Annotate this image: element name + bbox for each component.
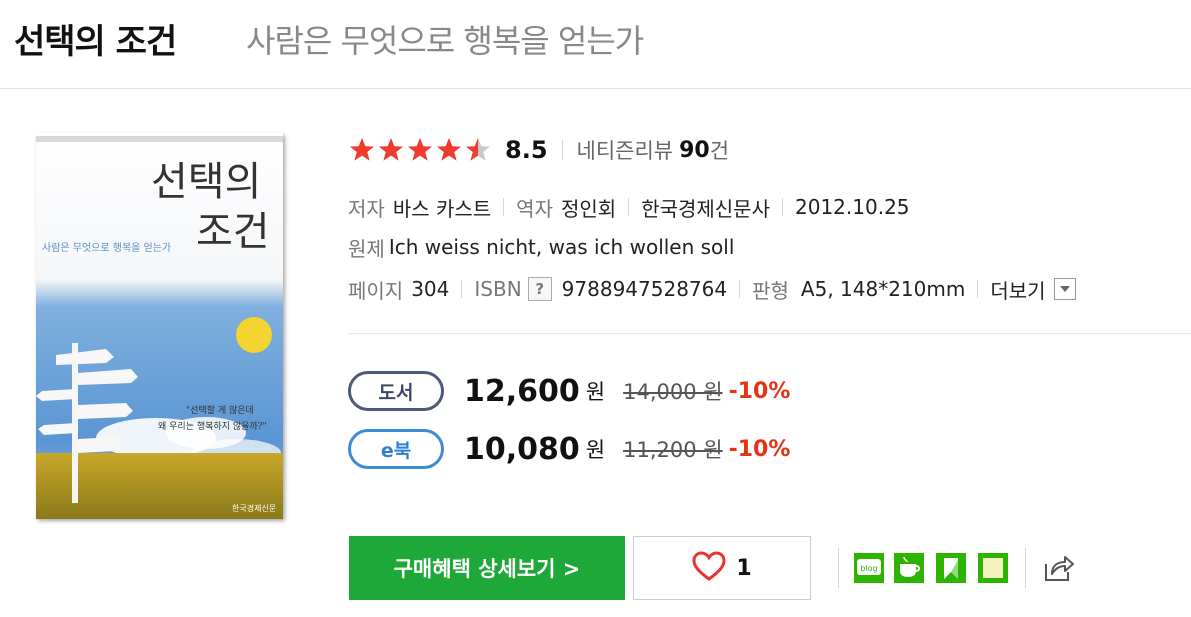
price-unit: 원: [585, 380, 606, 404]
ebook-price-row: e북 10,080 원 11,200 원 -10%: [348, 426, 790, 472]
divider: [739, 280, 741, 298]
divider: [1025, 548, 1026, 588]
like-button[interactable]: 1: [633, 536, 811, 600]
heart-icon: [692, 551, 726, 585]
purchase-benefit-button[interactable]: 구매혜택 상세보기 >: [349, 536, 625, 600]
translator-link[interactable]: 정인회: [561, 193, 616, 222]
isbn-value: 9788947528764: [561, 277, 728, 301]
isbn-label: ISBN: [474, 277, 522, 301]
section-divider: [348, 333, 1191, 334]
book-subtitle: 사람은 무엇으로 행복을 얻는가: [246, 22, 644, 60]
author-link[interactable]: 바스 카스트: [393, 193, 491, 222]
format-label: 판형: [752, 278, 789, 303]
rating-score: 8.5: [505, 136, 548, 164]
format-value: A5, 148*210mm: [800, 277, 966, 301]
sale-price: 12,600: [464, 373, 580, 409]
share-icon[interactable]: [1041, 552, 1074, 584]
price-unit: 원: [585, 438, 606, 462]
more-link[interactable]: 더보기: [990, 275, 1045, 304]
chevron-down-icon[interactable]: [1053, 278, 1076, 300]
original-title-row: 원제 Ich weiss nicht, was ich wollen soll: [348, 231, 734, 263]
book-type-badge[interactable]: 도서: [348, 371, 444, 411]
star-icon: [466, 138, 490, 161]
divider: [628, 198, 630, 216]
bookmark-share-icon[interactable]: [935, 552, 967, 584]
cover-quote-line1: "선택할 게 많은데: [186, 405, 254, 416]
like-count: 1: [736, 555, 752, 581]
cover-title-line2: 조건: [196, 209, 270, 255]
translator-label: 역자: [516, 196, 553, 221]
detail-row: 페이지 304 ISBN ? 9788947528764 판형 A5, 148*…: [348, 273, 1076, 305]
book-cover-image[interactable]: 선택의 조건 사람은 무엇으로 행복을 얻는가 "선택할 게 많은데 왜 우리는…: [36, 133, 283, 519]
star-icon: [350, 138, 374, 161]
pages-label: 페이지: [348, 278, 404, 303]
blog-share-icon[interactable]: blog: [853, 552, 885, 584]
author-row: 저자 바스 카스트 역자 정인회 한국경제신문사 2012.10.25: [348, 191, 910, 223]
ebook-type-badge[interactable]: e북: [348, 429, 444, 469]
divider: [461, 280, 463, 298]
original-price: 11,200 원: [623, 438, 723, 462]
rating-row: 8.5 네티즌리뷰 90 건: [348, 130, 729, 170]
original-title: Ich weiss nicht, was ich wollen soll: [388, 235, 735, 259]
netizen-review-label[interactable]: 네티즌리뷰: [577, 135, 674, 165]
divider: [977, 280, 979, 298]
cover-quote-line2: 왜 우리는 행복하지 않을까?": [158, 420, 267, 432]
divider: [838, 548, 839, 588]
book-title: 선택의 조건: [14, 22, 177, 62]
page-header: 선택의 조건 사람은 무엇으로 행복을 얻는가: [0, 0, 1191, 89]
blog-icon-label: blog: [860, 564, 877, 573]
divider: [561, 140, 563, 160]
star-icon: [437, 138, 461, 161]
star-icon: [379, 138, 403, 161]
book-price-row: 도서 12,600 원 14,000 원 -10%: [348, 368, 790, 414]
author-label: 저자: [348, 196, 385, 221]
review-count[interactable]: 90: [679, 138, 710, 163]
original-price: 14,000 원: [623, 380, 723, 404]
publish-date: 2012.10.25: [795, 195, 910, 219]
sale-price: 10,080: [464, 431, 580, 467]
cover-title-line1: 선택의: [151, 159, 261, 205]
star-rating: [348, 136, 493, 164]
cafe-share-icon[interactable]: [893, 552, 925, 584]
cover-subtitle: 사람은 무엇으로 행복을 얻는가: [42, 241, 171, 254]
discount-rate: -10%: [728, 436, 791, 462]
divider: [782, 198, 783, 216]
publisher-link[interactable]: 한국경제신문사: [641, 193, 770, 222]
original-title-label: 원제: [348, 236, 385, 261]
pages-value: 304: [411, 277, 450, 301]
review-unit: 건: [709, 139, 730, 163]
discount-rate: -10%: [728, 378, 791, 404]
star-icon: [408, 138, 432, 161]
divider: [503, 198, 505, 216]
cover-publisher: 한국경제신문: [232, 503, 276, 513]
isbn-help-icon[interactable]: ?: [527, 277, 552, 301]
memo-share-icon[interactable]: [977, 552, 1009, 584]
